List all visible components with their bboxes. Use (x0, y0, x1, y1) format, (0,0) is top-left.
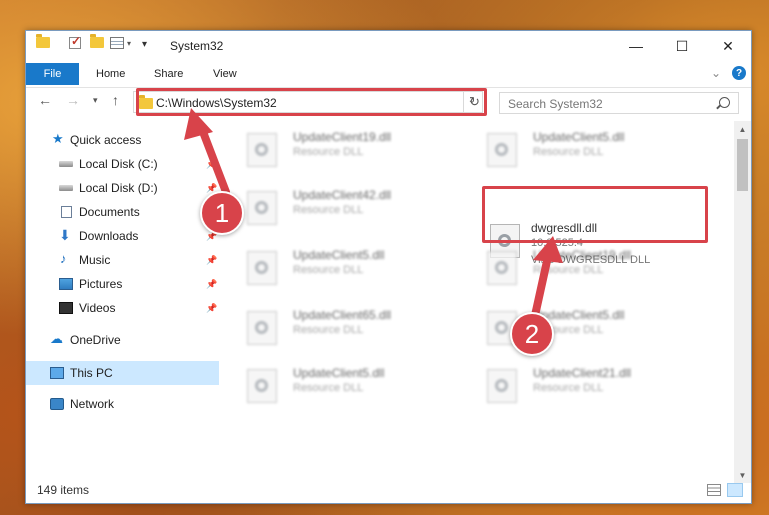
arrowhead-2 (533, 236, 563, 263)
step-badge-1: 1 (200, 191, 244, 235)
callout-arrows (184, 108, 563, 324)
arrow-2 (530, 248, 553, 324)
step-badge-2: 2 (510, 312, 554, 356)
arrowhead-1 (184, 108, 213, 140)
